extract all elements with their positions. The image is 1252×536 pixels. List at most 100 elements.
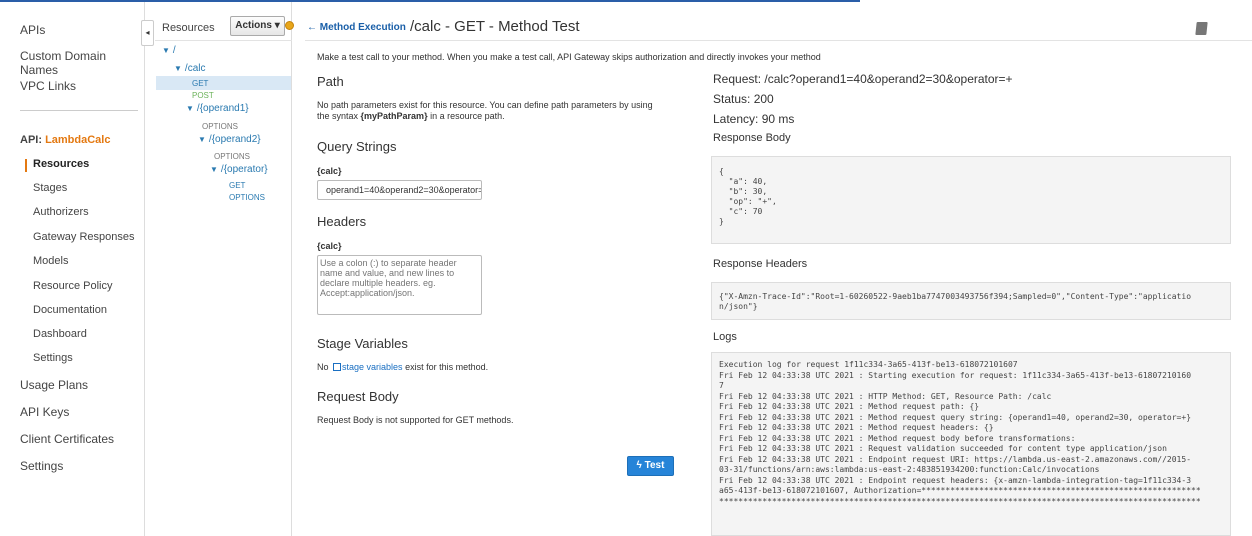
path-text: No path parameters exist for this resour… bbox=[317, 100, 653, 122]
nav-authorizers[interactable]: Authorizers bbox=[33, 206, 89, 218]
request-body-heading: Request Body bbox=[317, 389, 399, 404]
api-label[interactable]: API: LambdaCalc bbox=[20, 134, 110, 146]
log-line: Fri Feb 12 04:33:38 UTC 2021 : Endpoint … bbox=[719, 475, 1192, 485]
request-summary: Request: /calc?operand1=40&operand2=30&o… bbox=[713, 72, 1013, 86]
log-line: 7 bbox=[719, 381, 724, 390]
nav-usage-plans[interactable]: Usage Plans bbox=[20, 378, 88, 392]
nav-documentation[interactable]: Documentation bbox=[33, 304, 107, 316]
log-line: Fri Feb 12 04:33:38 UTC 2021 : Method re… bbox=[719, 402, 980, 411]
log-line: Fri Feb 12 04:33:38 UTC 2021 : HTTP Meth… bbox=[719, 391, 1052, 401]
selected-method-highlight bbox=[156, 76, 291, 90]
path-param-syntax: {myPathParam} bbox=[360, 111, 428, 121]
log-line: Fri Feb 12 04:33:38 UTC 2021 : Method re… bbox=[719, 433, 1076, 443]
active-indicator bbox=[25, 159, 27, 172]
title-divider bbox=[305, 40, 1252, 41]
test-label: Test bbox=[644, 460, 665, 471]
response-body-heading: Response Body bbox=[713, 132, 791, 144]
stage-variables-link[interactable]: stage variables bbox=[342, 362, 403, 372]
query-strings-heading: Query Strings bbox=[317, 139, 397, 154]
tree-node-label: /calc bbox=[184, 63, 206, 74]
log-line: Fri Feb 12 04:33:38 UTC 2021 : Starting … bbox=[719, 370, 1192, 380]
tree-divider bbox=[155, 40, 292, 41]
nav-settings-sub[interactable]: Settings bbox=[33, 352, 73, 364]
caret-down-icon: ▼ bbox=[174, 64, 182, 73]
test-button[interactable]: ϟ Test bbox=[627, 456, 674, 476]
tree-method-calc-get[interactable]: GET bbox=[192, 79, 208, 88]
nav-settings[interactable]: Settings bbox=[20, 459, 63, 473]
log-line: a65-413f-be13-618072101607, Authorizatio… bbox=[719, 486, 1201, 495]
tree-node-label: /{operand2} bbox=[208, 134, 261, 145]
back-label: Method Execution bbox=[319, 22, 406, 33]
caret-down-icon: ▾ bbox=[274, 20, 280, 31]
headers-label: {calc} bbox=[317, 241, 342, 251]
response-headers-heading: Response Headers bbox=[713, 258, 808, 270]
tree-method-operand2-options[interactable]: OPTIONS bbox=[214, 152, 250, 161]
query-strings-label: {calc} bbox=[317, 166, 342, 176]
path-heading: Path bbox=[317, 74, 344, 89]
logs-box[interactable]: Execution log for request 1f11c334-3a65-… bbox=[711, 352, 1231, 536]
arrow-left-icon: ← bbox=[307, 22, 317, 33]
tree-node-label: /{operator} bbox=[220, 164, 268, 175]
resource-tree: Resources Actions ▾ ▼ / ▼/calc GET POST ▼… bbox=[155, 2, 292, 536]
book-icon[interactable] bbox=[1195, 22, 1208, 35]
page-title: /calc - GET - Method Test bbox=[410, 18, 580, 35]
api-prefix: API: bbox=[20, 134, 42, 146]
tree-node-calc[interactable]: ▼/calc bbox=[174, 63, 205, 74]
headers-heading: Headers bbox=[317, 214, 367, 229]
lightning-icon: ϟ bbox=[636, 460, 642, 471]
stage-variables-heading: Stage Variables bbox=[317, 336, 408, 351]
stage-pre: No bbox=[317, 362, 332, 372]
stage-variables-text: No stage variables exist for this method… bbox=[317, 362, 488, 372]
nav-resource-policy[interactable]: Resource Policy bbox=[33, 280, 112, 292]
tree-method-operator-get[interactable]: GET bbox=[229, 181, 245, 190]
back-to-method-execution-link[interactable]: ← Method Execution bbox=[307, 22, 406, 33]
tree-node-root[interactable]: ▼ / bbox=[162, 45, 176, 56]
nav-divider bbox=[20, 110, 138, 111]
request-body-text: Request Body is not supported for GET me… bbox=[317, 415, 514, 425]
query-strings-input[interactable]: operand1=40&operand2=30&operator=+ bbox=[317, 180, 482, 200]
nav-client-certificates[interactable]: Client Certificates bbox=[20, 432, 114, 446]
status-dot-icon bbox=[285, 21, 294, 30]
log-line: Execution log for request 1f11c334-3a65-… bbox=[719, 360, 1018, 369]
path-text-line-1: No path parameters exist for this resour… bbox=[317, 100, 653, 110]
caret-down-icon: ▼ bbox=[210, 165, 218, 174]
nav-resources[interactable]: Resources bbox=[33, 158, 89, 170]
caret-down-icon: ▼ bbox=[162, 46, 170, 55]
nav-gateway-responses[interactable]: Gateway Responses bbox=[33, 231, 135, 243]
tree-method-operator-options[interactable]: OPTIONS bbox=[229, 193, 265, 202]
log-line: Fri Feb 12 04:33:38 UTC 2021 : Method re… bbox=[719, 423, 994, 432]
nav-dashboard[interactable]: Dashboard bbox=[33, 328, 87, 340]
response-latency: Latency: 90 ms bbox=[713, 112, 795, 126]
tree-method-calc-post[interactable]: POST bbox=[192, 91, 214, 100]
collapse-nav-button[interactable]: ◂ bbox=[141, 20, 154, 46]
caret-down-icon: ▼ bbox=[198, 135, 206, 144]
log-line: Fri Feb 12 04:33:38 UTC 2021 : Method re… bbox=[719, 412, 1192, 422]
tree-node-operator[interactable]: ▼/{operator} bbox=[210, 164, 268, 175]
nav-models[interactable]: Models bbox=[33, 255, 68, 267]
response-status: Status: 200 bbox=[713, 92, 774, 106]
chevron-left-icon: ◂ bbox=[145, 28, 150, 37]
log-line: Fri Feb 12 04:33:38 UTC 2021 : Request v… bbox=[719, 444, 1167, 453]
nav-stages[interactable]: Stages bbox=[33, 182, 67, 194]
tree-method-operand1-options[interactable]: OPTIONS bbox=[202, 122, 238, 131]
logs-heading: Logs bbox=[713, 331, 737, 343]
nav-custom-domain-names[interactable]: Custom Domain Names bbox=[20, 49, 144, 77]
tree-node-operand2[interactable]: ▼/{operand2} bbox=[198, 134, 261, 145]
path-text-post: in a resource path. bbox=[427, 111, 505, 121]
left-navigation: APIs Custom Domain Names VPC Links API: … bbox=[0, 2, 145, 536]
log-line: Fri Feb 12 04:33:38 UTC 2021 : Endpoint … bbox=[719, 454, 1192, 464]
headers-textarea[interactable] bbox=[317, 255, 482, 315]
actions-button[interactable]: Actions ▾ bbox=[230, 16, 285, 36]
response-body-box: { "a": 40, "b": 30, "op": "+", "c": 70 } bbox=[711, 156, 1231, 244]
tree-node-operand1[interactable]: ▼/{operand1} bbox=[186, 103, 249, 114]
nav-apis[interactable]: APIs bbox=[20, 23, 45, 37]
stage-post: exist for this method. bbox=[402, 362, 489, 372]
api-name: LambdaCalc bbox=[45, 134, 111, 146]
nav-api-keys[interactable]: API Keys bbox=[20, 405, 69, 419]
log-line: ****************************************… bbox=[719, 496, 1201, 506]
caret-down-icon: ▼ bbox=[186, 104, 194, 113]
path-text-line-2: the syntax {myPathParam} in a resource p… bbox=[317, 111, 653, 122]
tree-node-label: /{operand1} bbox=[196, 103, 249, 114]
nav-vpc-links[interactable]: VPC Links bbox=[20, 79, 76, 93]
external-link-icon bbox=[333, 363, 342, 371]
